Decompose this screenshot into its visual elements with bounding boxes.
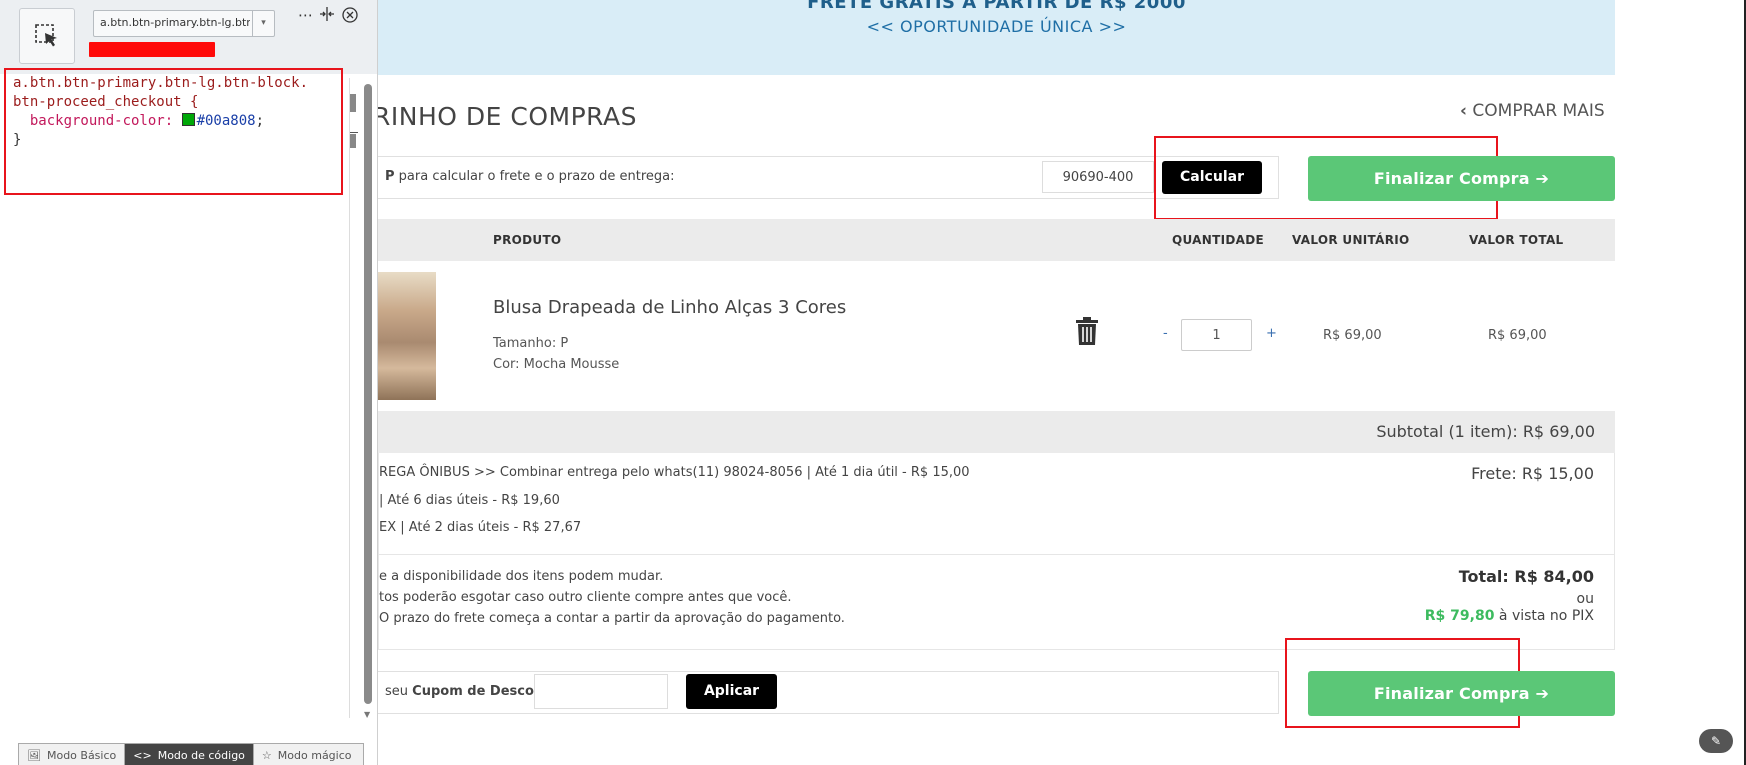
cart-table-header: PRODUTO QUANTIDADE VALOR UNITÁRIO VALOR … xyxy=(378,219,1615,261)
more-icon[interactable]: ⋯ xyxy=(298,6,313,24)
subtotal-row: Subtotal (1 item): R$ 69,00 xyxy=(378,411,1615,453)
code-line-4: } xyxy=(13,132,22,148)
note-text: O prazo do frete começa a contar a parti… xyxy=(379,611,845,626)
quantity-input[interactable]: 1 xyxy=(1181,319,1252,351)
shipping-calculator: P para calcular o frete e o prazo de ent… xyxy=(378,156,1279,199)
coupon-section: seu Cupom de Desconto: Aplicar xyxy=(378,671,1279,714)
close-icon[interactable] xyxy=(342,7,358,27)
web-page: FRETE GRÁTIS A PARTIR DE R$ 2000 << OPOR… xyxy=(378,0,1746,765)
banner-subtitle: << OPORTUNIDADE ÚNICA >> xyxy=(866,17,1127,36)
pix-price: R$ 79,80 à vista no PIX xyxy=(1424,608,1594,624)
checkout-button-top[interactable]: Finalizar Compra ➔ xyxy=(1308,156,1615,201)
chevron-left-icon: ‹ xyxy=(1460,101,1468,121)
redacted-bar xyxy=(89,42,215,57)
header-quantidade: QUANTIDADE xyxy=(1172,233,1264,247)
color-value[interactable]: #00a808 xyxy=(197,113,256,129)
split-icon[interactable] xyxy=(319,7,335,25)
product-size: Tamanho: P xyxy=(493,336,569,351)
mode-code-tab[interactable]: <> Modo de código xyxy=(125,744,254,765)
header-valor-unitario: VALOR UNITÁRIO xyxy=(1292,233,1410,247)
code-scrollbar-thumb[interactable] xyxy=(364,84,372,704)
selector-text: a.btn.btn-primary.btn-lg.btn xyxy=(100,16,250,29)
total-text: Total: R$ 84,00 xyxy=(1458,567,1594,586)
arrow-right-icon: ➔ xyxy=(1535,684,1550,703)
qty-minus-button[interactable]: - xyxy=(1163,326,1168,341)
comprar-mais-link[interactable]: ‹ COMPRAR MAIS xyxy=(1460,101,1605,121)
code-line-2: btn-proceed_checkout { xyxy=(13,94,199,110)
code-icon: <> xyxy=(133,748,152,762)
header-produto: PRODUTO xyxy=(493,233,562,247)
product-image[interactable] xyxy=(378,272,436,400)
total-price: R$ 69,00 xyxy=(1488,328,1547,343)
shipping-option[interactable]: | Até 6 dias úteis - R$ 19,60 xyxy=(379,493,560,508)
notes-and-totals: e a disponibilidade dos itens podem muda… xyxy=(378,555,1615,650)
selector-dropdown[interactable]: a.btn.btn-primary.btn-lg.btn ▾ xyxy=(93,10,275,37)
arrow-right-icon: ➔ xyxy=(1535,169,1550,188)
mode-switcher: 🖼 Modo Básico <> Modo de código ☆ Modo mági… xyxy=(18,743,364,765)
promo-banner: FRETE GRÁTIS A PARTIR DE R$ 2000 << OPOR… xyxy=(378,0,1615,75)
mode-basic-tab[interactable]: 🖼 Modo Básico xyxy=(19,744,126,765)
or-text: ou xyxy=(1576,591,1594,607)
page-title: RINHO DE COMPRAS xyxy=(378,102,637,131)
code-line-1: a.btn.btn-primary.btn-lg.btn-block. xyxy=(13,75,309,91)
frete-text: Frete: R$ 15,00 xyxy=(1471,464,1594,483)
note-text: tos poderão esgotar caso outro cliente c… xyxy=(379,590,792,605)
product-name[interactable]: Blusa Drapeada de Linho Alças 3 Cores xyxy=(493,297,846,318)
qty-plus-button[interactable]: + xyxy=(1266,326,1277,341)
header-valor-total: VALOR TOTAL xyxy=(1469,233,1564,247)
cep-input[interactable]: 90690-400 xyxy=(1042,161,1154,193)
coupon-input[interactable] xyxy=(534,674,668,709)
magic-wand-icon[interactable]: ✎ xyxy=(1699,729,1733,753)
cursor-select-icon xyxy=(35,24,57,47)
apply-coupon-button[interactable]: Aplicar xyxy=(686,674,777,709)
shipping-option[interactable]: REGA ÔNIBUS >> Combinar entrega pelo wha… xyxy=(379,465,970,480)
chevron-down-icon[interactable]: ▾ xyxy=(252,11,274,36)
unit-price: R$ 69,00 xyxy=(1323,328,1382,343)
devtools-toolbar: a.btn.btn-primary.btn-lg.btn ▾ ⋯ xyxy=(0,0,377,74)
subtotal-text: Subtotal (1 item): R$ 69,00 xyxy=(1376,422,1595,441)
shipping-calc-label: P para calcular o frete e o prazo de ent… xyxy=(385,169,675,184)
banner-title: FRETE GRÁTIS A PARTIR DE R$ 2000 xyxy=(807,0,1186,13)
trash-icon[interactable] xyxy=(1075,316,1099,350)
shipping-option[interactable]: EX | Até 2 dias úteis - R$ 27,67 xyxy=(379,520,581,535)
minimap xyxy=(349,78,360,718)
scroll-down-icon[interactable]: ▼ xyxy=(364,710,370,719)
product-color: Cor: Mocha Mousse xyxy=(493,357,620,372)
inspect-element-button[interactable] xyxy=(19,8,75,64)
color-swatch[interactable] xyxy=(181,113,195,126)
shipping-options: REGA ÔNIBUS >> Combinar entrega pelo wha… xyxy=(378,453,1615,555)
image-icon: 🖼 xyxy=(27,748,41,762)
star-icon: ☆ xyxy=(261,748,272,762)
note-text: e a disponibilidade dos itens podem muda… xyxy=(379,569,664,584)
mode-magic-tab[interactable]: ☆ Modo mágico xyxy=(254,744,360,765)
checkout-button-bottom[interactable]: Finalizar Compra ➔ xyxy=(1308,671,1615,716)
code-line-3[interactable]: background-color: #00a808; xyxy=(13,112,264,131)
devtools-panel: a.btn.btn-primary.btn-lg.btn ▾ ⋯ a.btn.b… xyxy=(0,0,378,765)
